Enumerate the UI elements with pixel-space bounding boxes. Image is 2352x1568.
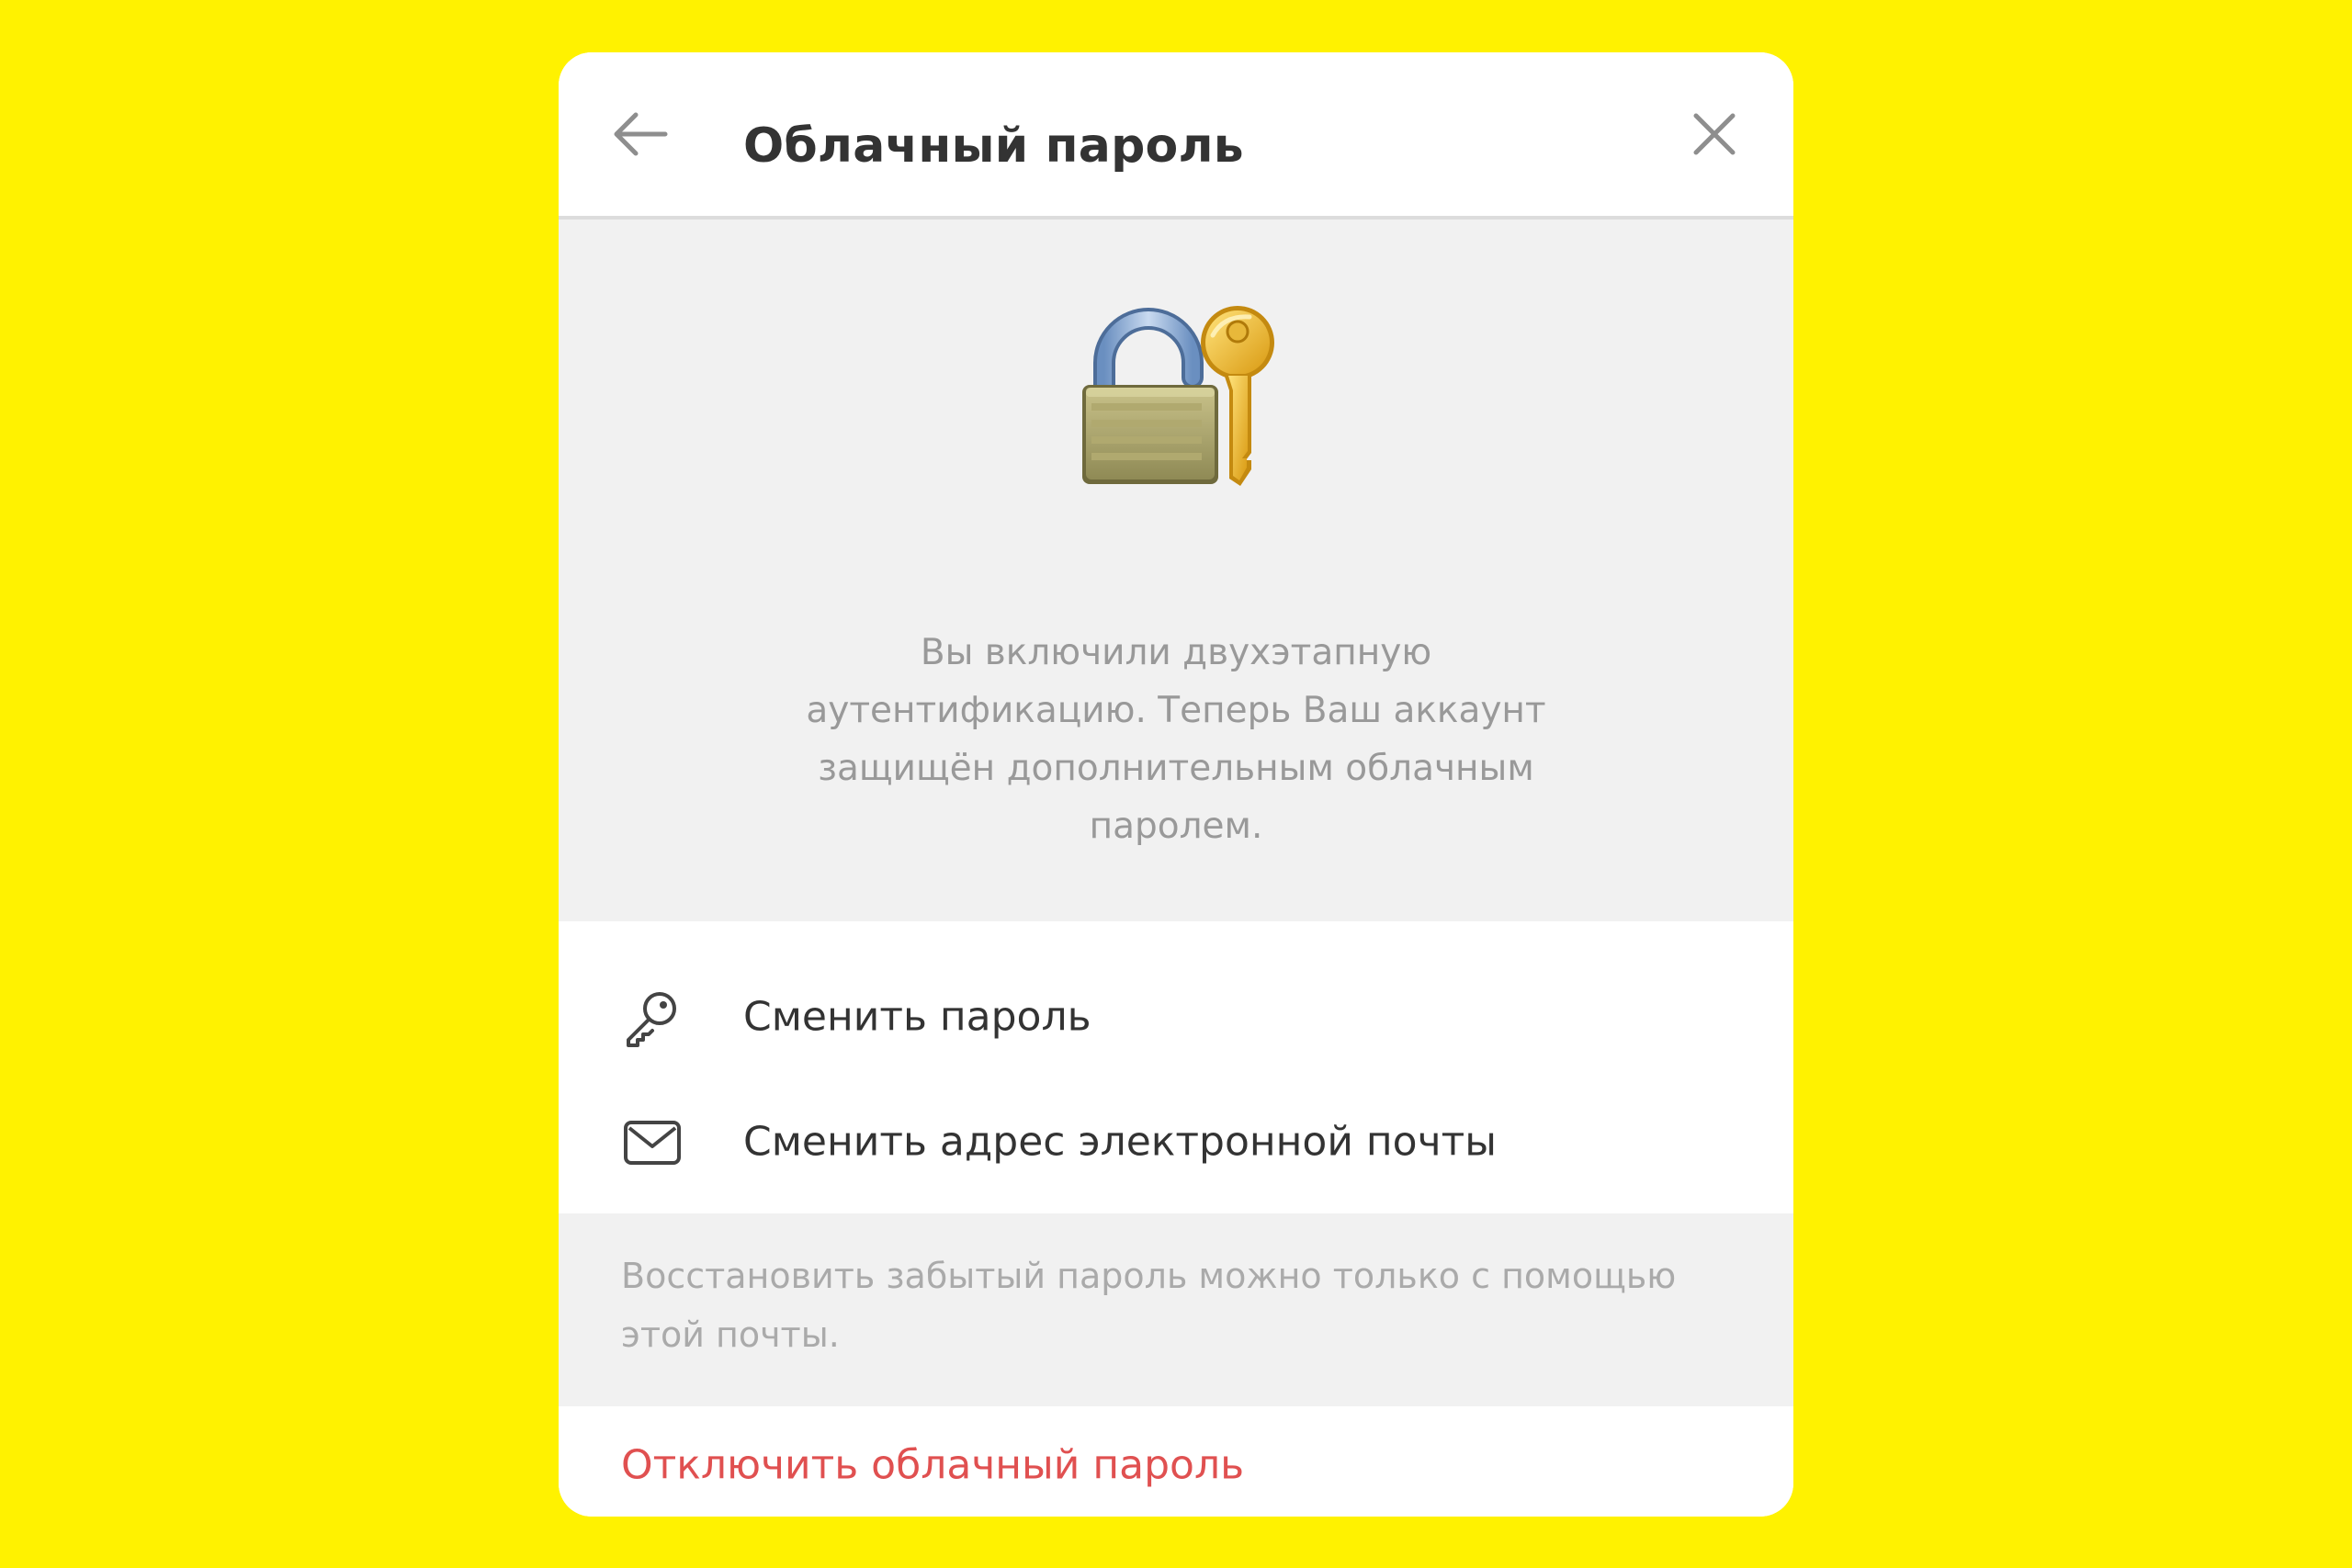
cloud-password-dialog: Облачный пароль Вы включили двухэтапную … (559, 52, 1793, 1517)
change-password-label: Сменить пароль (743, 993, 1091, 1041)
recovery-note: Восстановить забытый пароль можно только… (559, 1213, 1793, 1406)
change-email-item[interactable]: Сменить адрес электронной почты (559, 1079, 1793, 1204)
dialog-title: Облачный пароль (743, 118, 1244, 174)
close-icon (1693, 113, 1736, 155)
change-email-label: Сменить адрес электронной почты (743, 1118, 1497, 1166)
mail-icon (624, 1121, 681, 1165)
recovery-note-text: Восстановить забытый пароль можно только… (621, 1256, 1677, 1355)
close-button[interactable] (1678, 97, 1751, 171)
disable-cloud-password-button[interactable]: Отключить облачный пароль (621, 1442, 1244, 1489)
hero-section: Вы включили двухэтапную аутентификацию. … (559, 220, 1793, 921)
key-icon (627, 992, 676, 1047)
dialog-header: Облачный пароль (559, 52, 1793, 216)
change-password-item[interactable]: Сменить пароль (559, 954, 1793, 1079)
back-button[interactable] (605, 97, 678, 171)
actions-list: Сменить пароль Сменить адрес электронной… (559, 921, 1793, 1213)
arrow-left-icon (614, 112, 668, 156)
lock-with-key-icon (1082, 306, 1274, 486)
disable-cloud-password-item[interactable]: Отключить облачный пароль (559, 1406, 1793, 1517)
hero-description: Вы включили двухэтапную аутентификацию. … (806, 632, 1546, 847)
